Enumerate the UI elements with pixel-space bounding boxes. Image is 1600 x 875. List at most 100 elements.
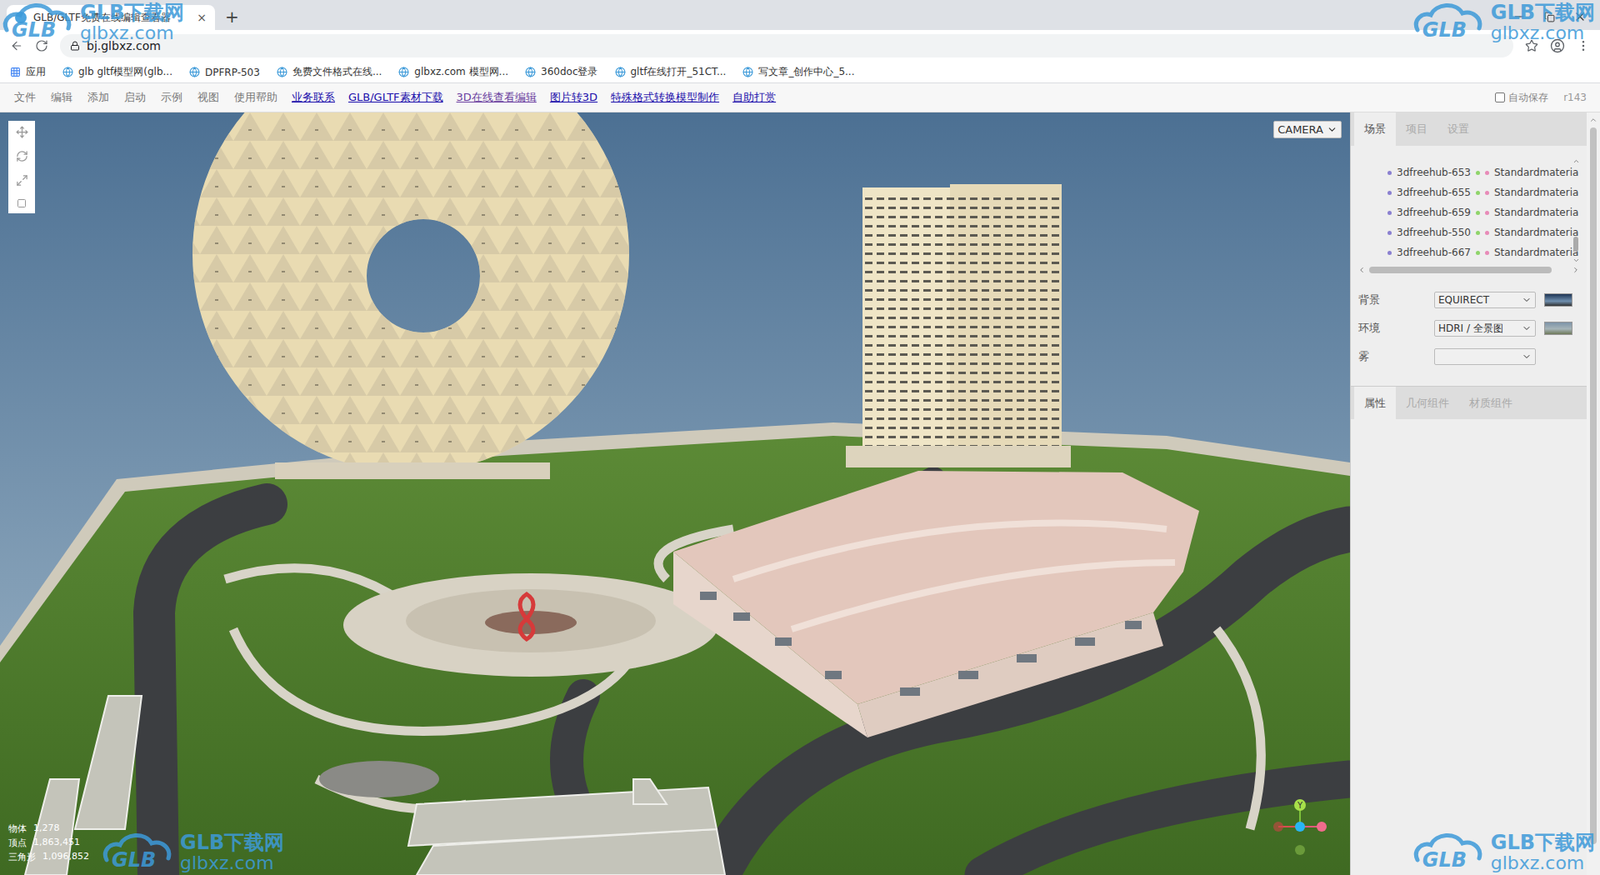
menu-link[interactable]: 业务联系 xyxy=(285,90,342,105)
material-dot-icon xyxy=(1485,210,1490,215)
glb-logo: GLB xyxy=(0,1,75,44)
back-icon[interactable] xyxy=(10,39,24,53)
ring-building xyxy=(192,112,630,480)
camera-select[interactable]: CAMERA xyxy=(1273,120,1342,139)
site-icon xyxy=(189,66,200,78)
autosave-toggle[interactable]: 自动保存 xyxy=(1495,90,1549,105)
panel-tab[interactable]: 属性 xyxy=(1354,386,1396,420)
watermark-top-right: GLB GLB下载网glbxz.com xyxy=(1410,1,1595,44)
bookmark[interactable]: 360doc登录 xyxy=(525,65,598,80)
parking-lots xyxy=(25,695,725,875)
outliner-row[interactable]: 3dfreehub-667Standardmateria xyxy=(1357,242,1572,263)
menu-item[interactable]: 视图 xyxy=(190,90,227,105)
bookmark[interactable]: glb gltf模型网(glb... xyxy=(62,65,173,80)
menu-link[interactable]: 图片转3D xyxy=(543,90,605,105)
site-icon xyxy=(742,66,754,78)
scene-canvas[interactable] xyxy=(0,112,1350,875)
bookmark[interactable]: DPFRP-503 xyxy=(189,66,260,79)
bookmark[interactable]: 应用 xyxy=(10,65,46,80)
bookmark[interactable]: 免费文件格式在线... xyxy=(276,65,382,80)
scroll-left-icon[interactable] xyxy=(1357,265,1366,275)
tab-close-button[interactable]: × xyxy=(196,10,207,25)
bookmark[interactable]: gltf在线打开_51CT... xyxy=(615,65,727,80)
sidebar-tabs: 场景项目设置 xyxy=(1350,112,1587,146)
sidebar-tab[interactable]: 项目 xyxy=(1395,112,1438,146)
sidebar-tab[interactable]: 场景 xyxy=(1354,112,1396,146)
bookmark-star-icon[interactable] xyxy=(1525,39,1539,53)
menu-icon[interactable] xyxy=(1576,39,1590,53)
texture-swatch[interactable] xyxy=(1544,321,1573,335)
texture-swatch[interactable] xyxy=(1544,293,1573,307)
menu-link[interactable]: GLB/GLTF素材下载 xyxy=(341,90,450,105)
address-bar[interactable]: bj.glbxz.com xyxy=(60,34,1514,58)
scroll-down-icon[interactable] xyxy=(1572,256,1580,265)
watermark-url: glbxz.com xyxy=(180,853,285,873)
stat-row: 顶点1,863,451 xyxy=(8,836,90,850)
property-select[interactable]: EQUIRECT xyxy=(1434,291,1536,309)
local-space-icon[interactable] xyxy=(16,198,27,209)
glb-logo: GLB xyxy=(1410,1,1486,44)
lock-icon xyxy=(70,40,80,51)
profile-icon[interactable] xyxy=(1550,38,1565,54)
bookmark[interactable]: glbxz.com 模型网... xyxy=(398,65,509,80)
watermark-url: glbxz.com xyxy=(1490,23,1595,43)
curved-hall xyxy=(673,470,1200,738)
mesh-dot-icon xyxy=(1387,190,1392,195)
logo-text: GLB xyxy=(11,18,56,42)
logo-text: GLB xyxy=(1422,18,1467,42)
watermark-title: GLB下载网 xyxy=(1490,2,1595,24)
move-icon[interactable] xyxy=(15,125,29,139)
outliner-row[interactable]: 3dfreehub-653Standardmateria xyxy=(1357,162,1572,183)
scroll-up-icon[interactable] xyxy=(1589,115,1598,125)
scroll-right-icon[interactable] xyxy=(1571,265,1580,275)
close-window-icon[interactable] xyxy=(1573,10,1587,24)
menu-link[interactable]: 3D在线查看编辑 xyxy=(450,90,544,105)
outliner-row[interactable]: 3dfreehub-655Standardmateria xyxy=(1357,182,1572,203)
browser-tab[interactable]: GLB/GLTF免费在线编辑查看器× xyxy=(6,5,215,30)
rotate-icon[interactable] xyxy=(15,150,29,163)
menu-item[interactable]: 使用帮助 xyxy=(226,90,285,105)
menu-link[interactable]: 特殊格式转换模型制作 xyxy=(604,90,726,105)
autosave-checkbox[interactable] xyxy=(1495,92,1505,103)
watermark-bottom-right: GLBGLB下载网glbxz.com xyxy=(1410,831,1595,874)
panel-tab[interactable]: 几何组件 xyxy=(1395,386,1460,420)
mesh-dot-icon xyxy=(1387,250,1392,255)
geometry-dot-icon xyxy=(1475,190,1480,195)
restore-icon[interactable] xyxy=(1544,11,1555,23)
property-select[interactable] xyxy=(1434,348,1536,365)
bookmark[interactable]: 写文章_创作中心_5... xyxy=(742,65,855,80)
menu-item[interactable]: 添加 xyxy=(80,90,117,105)
menu-item[interactable]: 文件 xyxy=(6,90,44,105)
geometry-dot-icon xyxy=(1475,230,1480,235)
reload-icon[interactable] xyxy=(35,39,49,53)
ground xyxy=(0,422,1350,875)
site-icon xyxy=(62,66,74,78)
dropdown-icon xyxy=(1521,351,1532,362)
app: GLB/GLTF免费在线编辑查看器×+ bj.glbxz.com 应用 glb glt… xyxy=(0,0,1600,875)
new-tab-button[interactable]: + xyxy=(215,6,250,30)
menu-item[interactable]: 编辑 xyxy=(43,90,80,105)
outliner-hscroll[interactable] xyxy=(1357,264,1580,276)
property-select[interactable]: HDRI / 全景图 xyxy=(1434,320,1536,337)
window-controls xyxy=(1499,10,1600,30)
mesh-dot-icon xyxy=(1387,210,1392,215)
menu-bar: 文件编辑添加启动示例视图使用帮助业务联系GLB/GLTF素材下载3D在线查看编辑… xyxy=(0,83,1600,113)
axis-gizmo-icon[interactable]: Y xyxy=(1266,793,1334,860)
sidebar-tab[interactable]: 设置 xyxy=(1437,112,1480,146)
sidebar: 场景项目设置3dfreehub-653Standardmateria3dfree… xyxy=(1350,112,1587,875)
minimize-icon[interactable] xyxy=(1512,10,1526,24)
scale-icon[interactable] xyxy=(15,174,29,187)
url-text: bj.glbxz.com xyxy=(86,39,161,53)
viewport[interactable]: CAMERA物体1,278顶点1,863,451三角形1,096,852Y xyxy=(0,112,1350,875)
outliner-row[interactable]: 3dfreehub-550Standardmateria xyxy=(1357,222,1572,243)
panel-tab[interactable]: 材质组件 xyxy=(1459,386,1523,420)
menu-link[interactable]: 自助打赏 xyxy=(725,90,783,105)
scroll-up-icon[interactable] xyxy=(1572,157,1580,165)
page-scrollbar[interactable] xyxy=(1586,112,1600,875)
watermark-top-left: GLBGLB下载网glbxz.com xyxy=(0,1,185,44)
mesh-dot-icon xyxy=(1387,170,1392,175)
outliner-row[interactable]: 3dfreehub-659Standardmateria xyxy=(1357,202,1572,223)
menu-item[interactable]: 启动 xyxy=(116,90,154,105)
outliner-vscroll[interactable] xyxy=(1571,157,1580,265)
menu-item[interactable]: 示例 xyxy=(153,90,190,105)
